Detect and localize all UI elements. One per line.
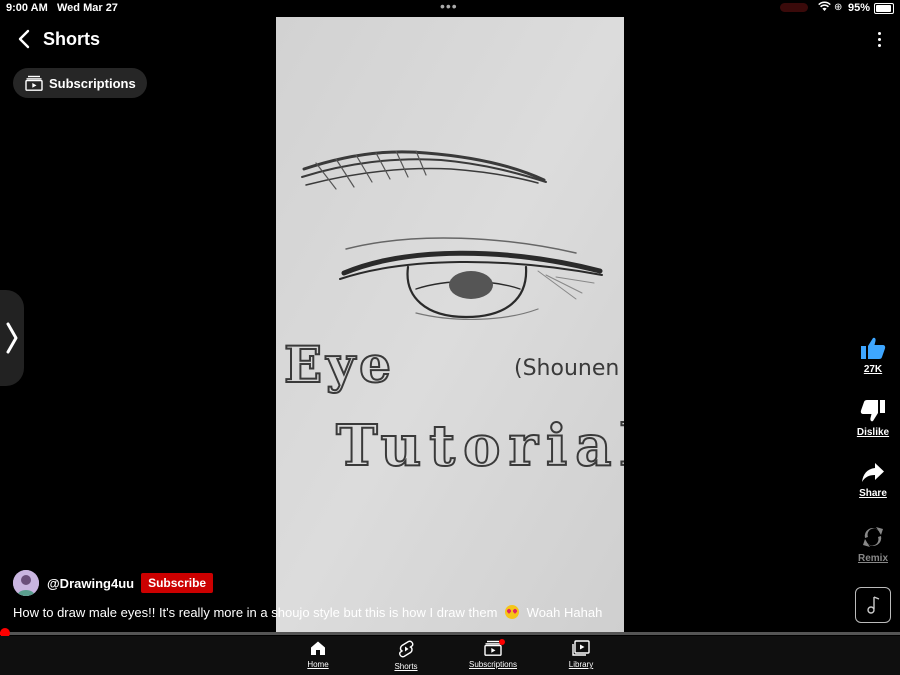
caption-text: How to draw male eyes!! It's really more…: [13, 605, 498, 620]
avatar-image: [13, 570, 39, 596]
multitasking-dots-icon[interactable]: •••: [440, 0, 458, 14]
short-video-player[interactable]: Eye (Shounen Tutorial: [276, 17, 624, 634]
thumbs-down-icon: [860, 400, 885, 422]
video-frame: Eye (Shounen Tutorial: [276, 17, 624, 634]
sketch-title-line2: Tutorial: [336, 413, 624, 479]
nav-subscriptions[interactable]: Subscriptions: [463, 639, 523, 669]
video-caption[interactable]: How to draw male eyes!! It's really more…: [13, 605, 602, 620]
music-note-icon: [867, 596, 880, 614]
sketch-title-line1: Eye: [284, 335, 395, 394]
status-date: Wed Mar 27: [57, 2, 118, 14]
library-icon: [572, 640, 590, 656]
header: Shorts: [12, 26, 100, 52]
remix-button[interactable]: Remix: [846, 525, 900, 564]
share-label: Share: [859, 488, 887, 499]
like-button[interactable]: 27K: [846, 336, 900, 375]
dislike-label: Dislike: [856, 427, 890, 438]
nav-shorts[interactable]: Shorts: [386, 640, 426, 671]
recording-indicator: [780, 3, 808, 12]
sketch-note: (Shounen: [514, 356, 619, 381]
subscriptions-icon: [25, 75, 43, 91]
nav-home[interactable]: Home: [298, 640, 338, 669]
share-icon: [862, 463, 884, 482]
notification-dot: [499, 639, 505, 645]
bottom-nav: Home Shorts Subscriptions Library: [0, 636, 900, 675]
channel-handle[interactable]: @Drawing4uu: [47, 576, 134, 591]
chevron-right-icon: [6, 322, 18, 354]
orientation-lock-icon: ⊕: [834, 2, 843, 13]
progress-bar[interactable]: [0, 628, 900, 638]
thumbs-up-icon: [861, 337, 886, 359]
channel-row: @Drawing4uu Subscribe: [13, 570, 214, 596]
nav-subscriptions-label: Subscriptions: [468, 660, 518, 669]
home-icon: [311, 641, 325, 655]
status-time: 9:00 AM: [6, 2, 48, 14]
share-button[interactable]: Share: [846, 462, 900, 499]
subscribe-button[interactable]: Subscribe: [141, 573, 214, 593]
subscriptions-chip[interactable]: Subscriptions: [13, 68, 147, 98]
subscriptions-chip-label: Subscriptions: [49, 75, 136, 91]
heart-eyes-emoji-icon: [505, 605, 520, 619]
side-panel-toggle[interactable]: [0, 290, 24, 386]
avatar[interactable]: [13, 570, 39, 596]
remix-label: Remix: [857, 553, 888, 564]
battery-percent: 95%: [848, 2, 871, 14]
more-options-button[interactable]: [870, 28, 888, 50]
page-title: Shorts: [43, 28, 101, 49]
remix-icon: [863, 527, 883, 547]
nav-home-label: Home: [307, 660, 329, 669]
chevron-left-icon: [18, 29, 30, 49]
nav-library-label: Library: [568, 660, 594, 669]
battery-icon: [874, 3, 894, 14]
back-button[interactable]: [12, 27, 36, 51]
wifi-icon: [818, 1, 831, 15]
sound-button[interactable]: [855, 587, 891, 623]
shorts-icon: [399, 640, 414, 658]
like-count: 27K: [863, 364, 883, 375]
status-bar: 9:00 AM Wed Mar 27 ••• ⊕ 95%: [0, 0, 900, 16]
nav-library[interactable]: Library: [561, 640, 601, 669]
nav-shorts-label: Shorts: [394, 662, 418, 671]
caption-text-end: Woah Hahah: [526, 605, 603, 620]
dislike-button[interactable]: Dislike: [846, 399, 900, 438]
